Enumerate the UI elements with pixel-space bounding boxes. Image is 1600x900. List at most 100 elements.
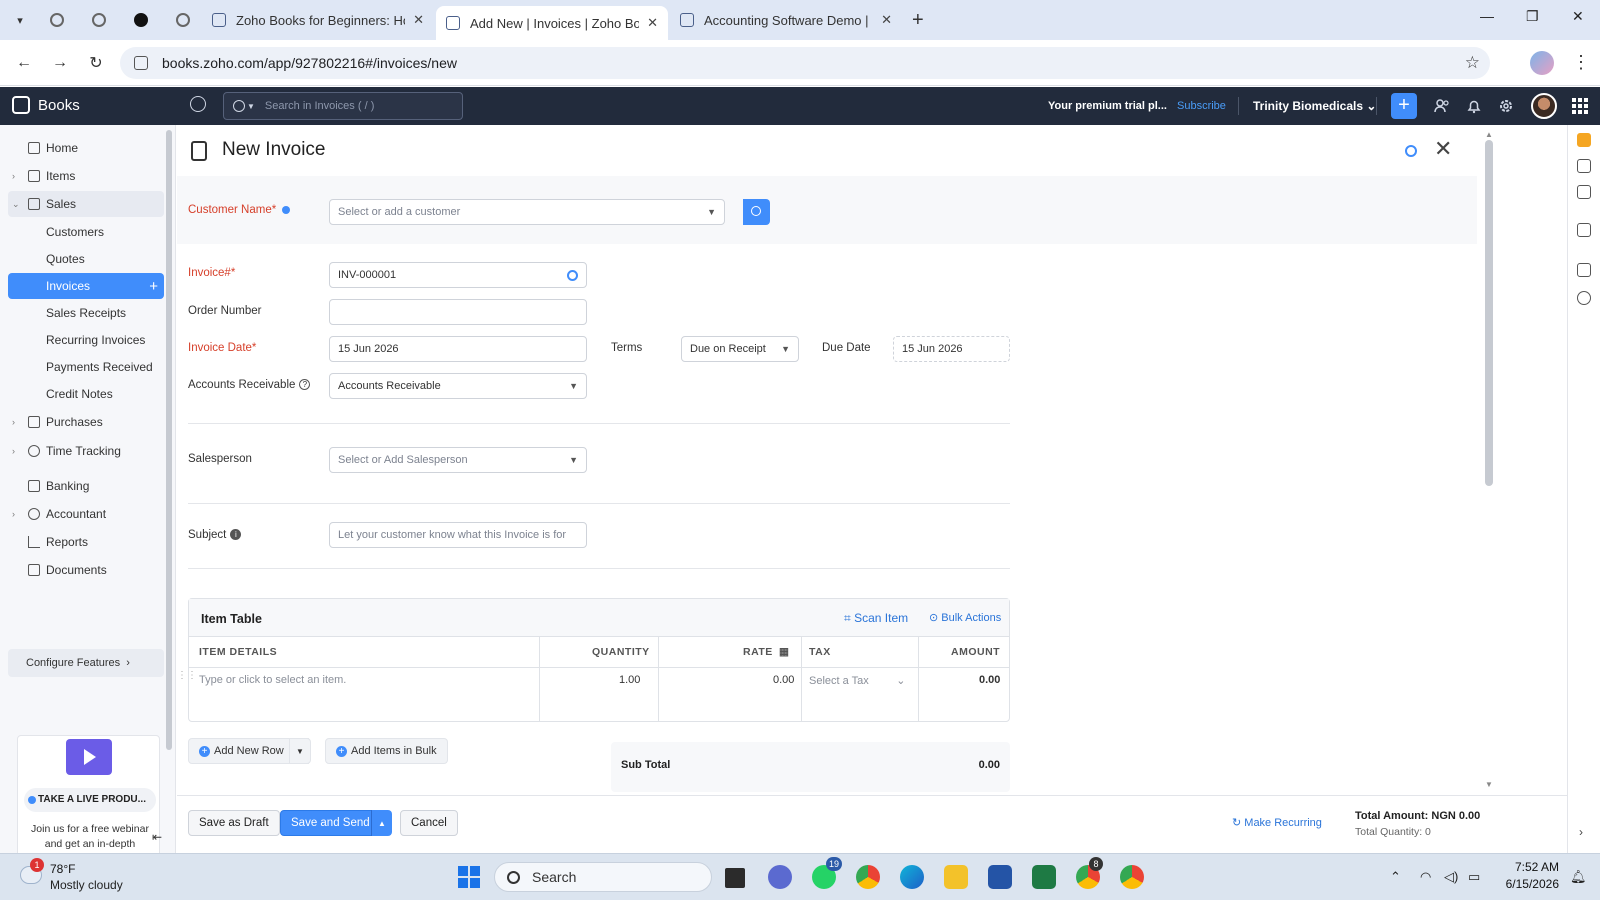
- sidebar-item-banking[interactable]: Banking: [8, 473, 164, 499]
- sidebar-item-home[interactable]: Home: [8, 135, 164, 161]
- battery-icon[interactable]: ▭: [1468, 869, 1480, 885]
- collapse-sidebar-icon[interactable]: ⇤: [152, 830, 162, 844]
- accounts-receivable-select[interactable]: Accounts Receivable ▼: [329, 373, 587, 399]
- address-bar[interactable]: books.zoho.com/app/927802216#/invoices/n…: [120, 47, 1490, 79]
- terms-select[interactable]: Due on Receipt ▼: [681, 336, 799, 362]
- scan-item-button[interactable]: ⌗ Scan Item: [844, 611, 908, 626]
- sidebar-item-sales[interactable]: ⌄ Sales: [8, 191, 164, 217]
- meet-icon[interactable]: [768, 865, 792, 889]
- help-icon[interactable]: [1577, 133, 1591, 147]
- bulk-actions-button[interactable]: ⊙ Bulk Actions: [929, 611, 1001, 624]
- forward-button[interactable]: →: [42, 54, 78, 72]
- chevron-down-icon[interactable]: ▼: [247, 102, 255, 111]
- quantity-input[interactable]: 1.00: [619, 674, 640, 686]
- recent-history-icon[interactable]: [190, 96, 206, 112]
- app-logo[interactable]: Books: [12, 96, 80, 114]
- gear-icon[interactable]: [567, 270, 578, 281]
- help-icon[interactable]: ?: [299, 379, 311, 391]
- salesperson-select[interactable]: Select or Add Salesperson ▼: [329, 447, 587, 473]
- main-scrollbar[interactable]: ▲ ▼: [1485, 130, 1493, 790]
- browser-tab-2[interactable]: Add New | Invoices | Zoho Book ✕: [436, 6, 668, 40]
- pinned-tab-4[interactable]: [166, 6, 200, 34]
- apps-grid-icon[interactable]: [1572, 98, 1588, 114]
- wifi-icon[interactable]: ◠: [1420, 869, 1431, 885]
- excel-icon[interactable]: [1032, 865, 1056, 889]
- feedback-icon[interactable]: [1577, 263, 1591, 277]
- users-icon[interactable]: [1434, 98, 1450, 114]
- file-explorer-icon[interactable]: [944, 865, 968, 889]
- cancel-button[interactable]: Cancel: [400, 810, 458, 836]
- global-search-input[interactable]: ▼ Search in Invoices ( / ): [223, 92, 463, 120]
- subject-textarea[interactable]: Let your customer know what this Invoice…: [329, 522, 587, 548]
- sidebar-scrollbar[interactable]: [166, 130, 172, 750]
- sidebar-item-credit-notes[interactable]: Credit Notes: [8, 381, 164, 407]
- task-view-icon[interactable]: [725, 868, 745, 888]
- invoice-number-input[interactable]: INV-000001: [329, 262, 587, 288]
- tab-search-button[interactable]: ▾: [8, 8, 32, 32]
- sidebar-item-recurring-invoices[interactable]: Recurring Invoices: [8, 327, 164, 353]
- webinar-promo-card[interactable]: TAKE A LIVE PRODU... Join us for a free …: [17, 735, 160, 865]
- minimize-icon[interactable]: —: [1480, 8, 1494, 24]
- order-number-input[interactable]: [329, 299, 587, 325]
- new-tab-button[interactable]: +: [912, 9, 924, 32]
- windows-start-icon[interactable]: [458, 866, 480, 888]
- info-icon[interactable]: i: [230, 529, 242, 541]
- sidebar-item-purchases[interactable]: › Purchases: [8, 409, 164, 435]
- sidebar-item-sales-receipts[interactable]: Sales Receipts: [8, 300, 164, 326]
- make-recurring-button[interactable]: ↻ Make Recurring: [1232, 816, 1322, 829]
- taskbar-date[interactable]: 6/15/2026: [1488, 877, 1559, 891]
- quick-create-button[interactable]: +: [1391, 93, 1417, 119]
- chevron-right-icon[interactable]: ›: [1579, 825, 1583, 839]
- restore-icon[interactable]: ❐: [1526, 8, 1539, 25]
- sidebar-item-accountant[interactable]: › Accountant: [8, 501, 164, 527]
- settings-gear-icon[interactable]: [1405, 145, 1417, 157]
- sidebar-item-documents[interactable]: Documents: [8, 557, 164, 583]
- save-as-draft-button[interactable]: Save as Draft: [188, 810, 280, 836]
- whats-new-icon[interactable]: [1577, 159, 1591, 173]
- save-and-send-button[interactable]: Save and Send: [280, 810, 381, 836]
- sidebar-item-reports[interactable]: Reports: [8, 529, 164, 555]
- add-row-dropdown-button[interactable]: ▼: [289, 738, 311, 764]
- browser-tab-1[interactable]: Zoho Books for Beginners: How ✕: [202, 4, 434, 36]
- pinned-tab-1[interactable]: [40, 6, 74, 34]
- sidebar-item-time-tracking[interactable]: › Time Tracking: [8, 438, 164, 464]
- due-date-input[interactable]: 15 Jun 2026: [893, 336, 1010, 362]
- customer-select[interactable]: Select or add a customer ▼: [329, 199, 725, 225]
- tax-select[interactable]: Select a Tax ⌄: [809, 674, 905, 687]
- subscribe-link[interactable]: Subscribe: [1177, 100, 1226, 112]
- scrollbar-thumb[interactable]: [1485, 140, 1493, 486]
- add-items-in-bulk-button[interactable]: + Add Items in Bulk: [325, 738, 448, 764]
- rate-input[interactable]: 0.00: [773, 674, 794, 686]
- add-invoice-icon[interactable]: +: [149, 278, 158, 295]
- store-icon[interactable]: [988, 865, 1012, 889]
- chat-icon[interactable]: [1577, 223, 1591, 237]
- chrome-icon[interactable]: [856, 865, 880, 889]
- item-details-input[interactable]: Type or click to select an item.: [199, 674, 346, 686]
- weather-condition[interactable]: Mostly cloudy: [50, 878, 123, 892]
- configure-features-button[interactable]: Configure Features ›: [8, 649, 164, 677]
- close-icon[interactable]: ✕: [413, 12, 424, 28]
- sidebar-item-items[interactable]: › Items: [8, 163, 164, 189]
- save-options-dropdown-button[interactable]: ▲: [371, 810, 392, 836]
- scroll-down-icon[interactable]: ▼: [1485, 780, 1493, 789]
- gear-icon[interactable]: [1498, 98, 1514, 114]
- browser-menu-icon[interactable]: ⋮: [1572, 52, 1590, 73]
- calculator-icon[interactable]: ▦: [779, 637, 789, 667]
- info-icon[interactable]: [282, 205, 291, 214]
- weather-temperature[interactable]: 78°F: [50, 862, 75, 876]
- tray-chevron-up-icon[interactable]: ⌃: [1390, 869, 1401, 885]
- invoice-date-input[interactable]: 15 Jun 2026: [329, 336, 587, 362]
- organization-switcher[interactable]: Trinity Biomedicals ⌄: [1253, 99, 1376, 113]
- video-tutorial-icon[interactable]: [1577, 185, 1591, 199]
- bell-icon[interactable]: [1466, 98, 1482, 114]
- user-avatar[interactable]: [1531, 93, 1557, 119]
- browser-tab-3[interactable]: Accounting Software Demo | Fr ✕: [670, 4, 902, 36]
- sidebar-item-customers[interactable]: Customers: [8, 219, 164, 245]
- bookmark-star-icon[interactable]: ☆: [1465, 53, 1480, 73]
- site-info-icon[interactable]: [134, 56, 148, 70]
- window-close-icon[interactable]: ✕: [1572, 8, 1584, 25]
- close-icon[interactable]: ✕: [647, 15, 658, 31]
- volume-icon[interactable]: ◁): [1444, 869, 1458, 885]
- scroll-up-icon[interactable]: ▲: [1485, 130, 1493, 139]
- reload-button[interactable]: ↻: [78, 53, 114, 73]
